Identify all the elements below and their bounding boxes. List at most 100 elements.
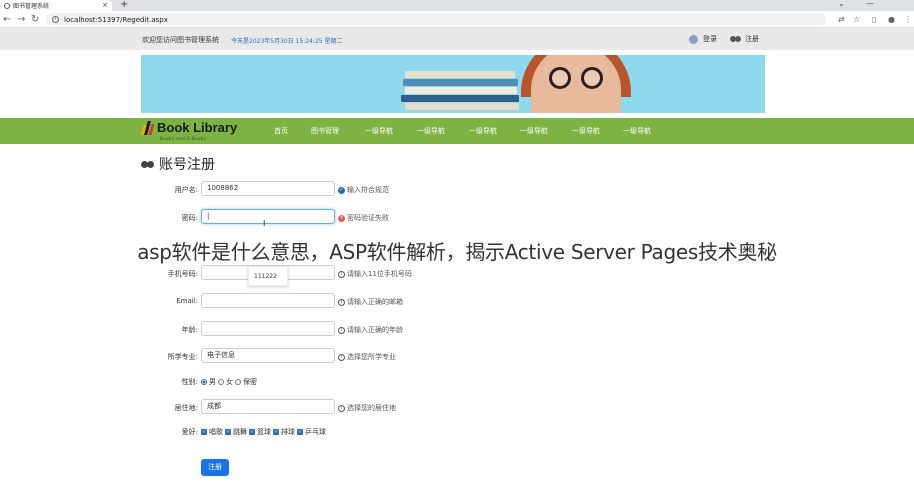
password-hint-text: 密码验证失败 — [347, 214, 389, 222]
checkbox-volleyball[interactable]: ✓ — [273, 429, 279, 435]
address-hint-text: 选择您的居住地 — [347, 404, 396, 412]
address-label: 居住地: — [174, 404, 198, 412]
info-icon[interactable]: i — [52, 16, 59, 23]
woman-face-icon — [531, 55, 621, 113]
email-label: Email: — [176, 297, 198, 305]
register-submit-button[interactable]: 注册 — [201, 459, 229, 476]
hobby-label: 爱好: — [181, 428, 198, 436]
checkbox-pingpong-label: 乒乓球 — [305, 428, 326, 436]
nav-book-manage[interactable]: 图书管理 — [311, 126, 339, 136]
register-label: 注册 — [745, 35, 759, 43]
date-text: 今天是2023年5月30日 15:24:25 星期二 — [231, 38, 343, 45]
check-icon: ✓ — [338, 186, 345, 194]
page-title-text: 账号注册 — [159, 157, 215, 173]
menu-icon[interactable]: ⋮ — [904, 13, 912, 26]
main-navbar: Book Library Books and E-Books 首页 图书管理 一… — [0, 118, 914, 144]
forward-icon[interactable]: → — [17, 13, 25, 26]
nav-item-4[interactable]: 一级导航 — [417, 126, 445, 136]
checkbox-volleyball-label: 排球 — [281, 428, 295, 436]
logo-subtitle: Books and E-Books — [160, 136, 207, 141]
email-hint-text: 请输入正确的邮箱 — [347, 298, 403, 306]
nav-item-5[interactable]: 一级导航 — [469, 126, 497, 136]
info-icon: i — [338, 298, 345, 306]
nav-item-3[interactable]: 一级导航 — [365, 126, 393, 136]
checkbox-dance-label: 跳舞 — [233, 428, 247, 436]
site-top-strip: 欢迎您访问图书管理系统 今天是2023年5月30日 15:24:25 星期二 登… — [0, 28, 914, 50]
nav-home[interactable]: 首页 — [274, 126, 288, 136]
site-logo[interactable]: Book Library — [140, 121, 237, 135]
chevron-down-icon[interactable]: ⌄ — [838, 0, 845, 8]
radio-male-label: 男 — [209, 378, 216, 386]
radio-female-label: 女 — [226, 378, 233, 386]
book-icon — [405, 103, 519, 110]
radio-male[interactable] — [201, 379, 207, 385]
checkbox-pingpong[interactable]: ✓ — [297, 429, 303, 435]
radio-secret-label: 保密 — [243, 378, 257, 386]
phone-label: 手机号码: — [167, 270, 198, 278]
nav-item-7[interactable]: 一级导航 — [572, 126, 600, 136]
glasses-icon — [549, 67, 571, 89]
info-icon: i — [338, 326, 345, 334]
globe-icon — [4, 2, 10, 9]
overlay-caption: asp软件是什么意思，ASP软件解析，揭示Active Server Pages… — [137, 240, 777, 264]
login-link[interactable]: 登录 — [689, 34, 717, 44]
banner-image — [141, 55, 765, 113]
age-input[interactable] — [201, 321, 335, 336]
username-hint: ✓ 输入符合规范 — [338, 185, 389, 195]
radio-female[interactable] — [218, 379, 224, 385]
close-icon[interactable]: × — [102, 0, 108, 11]
password-input[interactable]: | — [201, 209, 335, 224]
checkbox-basketball-label: 篮球 — [257, 428, 271, 436]
phone-hint: i 请输入11位手机号码 — [338, 269, 412, 279]
book-stack-icon — [405, 71, 515, 78]
url-field[interactable]: i localhost:51397/Regedit.aspx — [46, 13, 826, 26]
info-icon: i — [338, 404, 345, 412]
page-title: 账号注册 — [141, 154, 215, 174]
new-tab-button[interactable]: + — [120, 0, 128, 10]
url-text: localhost:51397/Regedit.aspx — [64, 15, 168, 24]
username-input[interactable]: 1008862 — [201, 181, 335, 196]
book-icon — [405, 87, 517, 94]
register-link[interactable]: 注册 — [730, 34, 759, 44]
checkbox-basketball[interactable]: ✓ — [249, 429, 255, 435]
browser-tab[interactable]: 图书管理系统 × — [0, 0, 112, 11]
autocomplete-suggestion[interactable]: 111222 — [248, 266, 288, 286]
info-icon: i — [338, 270, 345, 278]
checkbox-sing[interactable]: ✓ — [201, 429, 207, 435]
glasses-icon — [581, 67, 603, 89]
major-label: 所学专业: — [167, 353, 198, 361]
star-icon[interactable]: ☆ — [853, 13, 860, 26]
major-hint-text: 选择您所学专业 — [347, 353, 396, 361]
password-label: 密码: — [181, 214, 198, 222]
address-input[interactable]: 成都 — [201, 399, 335, 414]
nav-item-6[interactable]: 一级导航 — [520, 126, 548, 136]
book-icon — [401, 95, 519, 102]
address-bar: ← → ↻ i localhost:51397/Regedit.aspx ⇄ ☆… — [0, 11, 914, 28]
major-input[interactable]: 电子信息 — [201, 348, 335, 363]
text-cursor-icon: I — [263, 219, 266, 228]
users-icon — [141, 159, 155, 170]
users-icon — [730, 35, 741, 44]
profile-icon[interactable]: ● — [888, 13, 895, 26]
age-label: 年龄: — [181, 326, 198, 334]
gender-label: 性别: — [181, 378, 198, 386]
email-input[interactable] — [201, 293, 335, 308]
sidebar-icon[interactable]: ▯ — [872, 13, 876, 26]
login-label: 登录 — [703, 35, 717, 43]
nav-item-8[interactable]: 一级导航 — [623, 126, 651, 136]
translate-icon[interactable]: ⇄ — [838, 13, 845, 26]
age-hint: i 请输入正确的年龄 — [338, 325, 403, 335]
gender-radio-group: 男 女 保密 — [201, 377, 257, 387]
checkbox-dance[interactable]: ✓ — [225, 429, 231, 435]
user-icon — [689, 34, 698, 44]
error-icon: × — [338, 214, 345, 222]
username-label: 用户名: — [174, 186, 198, 194]
back-icon[interactable]: ← — [3, 13, 11, 26]
radio-secret[interactable] — [235, 379, 241, 385]
address-hint: i 选择您的居住地 — [338, 403, 396, 413]
reload-icon[interactable]: ↻ — [31, 13, 39, 26]
browser-tab-bar: 图书管理系统 × + ⌄ — — [0, 0, 914, 11]
minimize-button[interactable]: — — [866, 0, 874, 8]
username-hint-text: 输入符合规范 — [347, 186, 389, 194]
age-hint-text: 请输入正确的年龄 — [347, 326, 403, 334]
